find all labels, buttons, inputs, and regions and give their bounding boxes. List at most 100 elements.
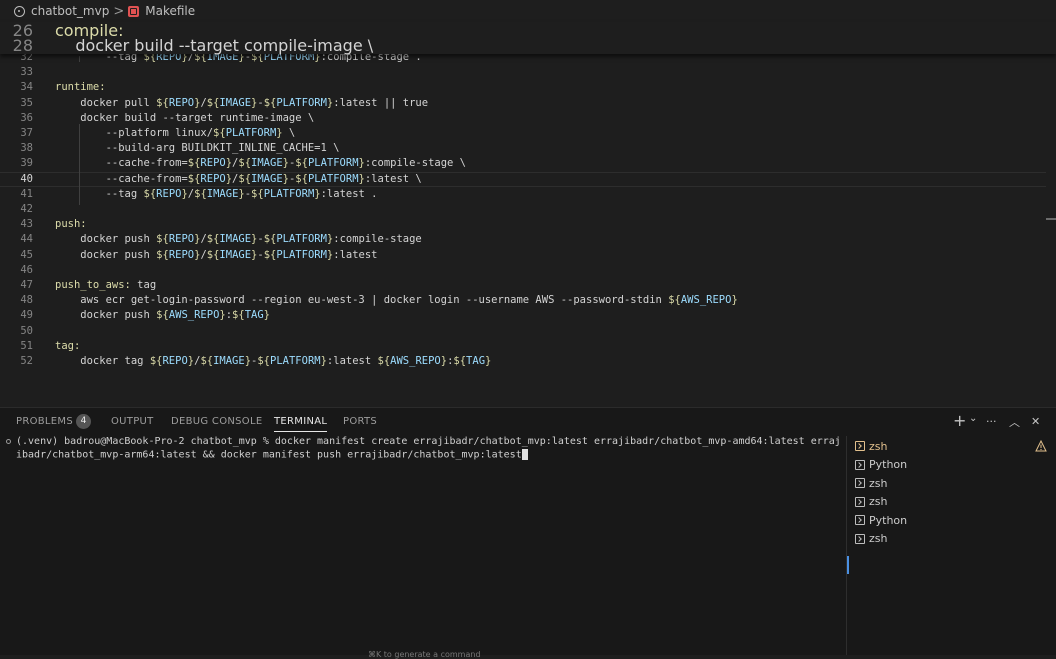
breadcrumb-folder[interactable]: chatbot_mvp: [31, 4, 109, 18]
terminal-item-label: zsh: [869, 476, 888, 490]
code-text: --platform linux/${PLATFORM} \: [55, 126, 296, 141]
folder-icon: [14, 5, 25, 17]
code-line[interactable]: 38 --build-arg BUILDKIT_INLINE_CACHE=1 \: [0, 141, 1046, 156]
code-token: ${: [263, 248, 277, 261]
code-token: docker push: [55, 233, 157, 246]
code-text: docker push ${REPO}/${IMAGE}-${PLATFORM}…: [55, 248, 377, 263]
code-line[interactable]: 52 docker tag ${REPO}/${IMAGE}-${PLATFOR…: [0, 354, 1046, 369]
code-token: IMAGE: [219, 248, 252, 261]
terminal-hint: ⌘K to generate a command: [368, 650, 481, 659]
terminal-item[interactable]: zsh: [855, 531, 887, 547]
code-token: --tag: [55, 187, 144, 200]
terminal-item[interactable]: zsh: [855, 438, 887, 454]
new-terminal-icon[interactable]: +: [953, 411, 966, 430]
code-line[interactable]: 39 --cache-from=${REPO}/${IMAGE}-${PLATF…: [0, 156, 1046, 171]
code-line[interactable]: 37 --platform linux/${PLATFORM} \: [0, 126, 1046, 141]
code-line[interactable]: 48 aws ecr get-login-password --region e…: [0, 293, 1046, 308]
code-text: aws ecr get-login-password --region eu-w…: [55, 293, 737, 308]
code-token: --cache-from=: [55, 157, 188, 170]
scrollbar-marker[interactable]: [1046, 218, 1056, 220]
code-line[interactable]: 50: [0, 324, 1046, 339]
code-token: ${: [156, 309, 169, 322]
code-line[interactable]: 41 --tag ${REPO}/${IMAGE}-${PLATFORM}:la…: [0, 187, 1046, 202]
code-line[interactable]: 51 tag:: [0, 339, 1046, 354]
terminal-item[interactable]: Python: [855, 512, 907, 528]
panel-tabs: PROBLEMS 4 OUTPUT DEBUG CONSOLE TERMINAL…: [0, 408, 1056, 436]
code-token: REPO: [200, 172, 226, 185]
code-line[interactable]: 35 docker pull ${REPO}/${IMAGE}-${PLATFO…: [0, 96, 1046, 111]
line-number: 46: [20, 263, 33, 276]
code-token: PLATFORM: [263, 187, 315, 200]
code-token: \: [282, 127, 296, 139]
chevron-down-icon[interactable]: ⌄: [969, 413, 977, 424]
code-token: runtime:: [55, 81, 106, 94]
code-line[interactable]: 43 push:: [0, 217, 1046, 232]
code-line[interactable]: 36 docker build --target runtime-image \: [0, 111, 1046, 126]
terminal-list: zsh Python zsh zsh Python zsh: [846, 436, 1056, 655]
problems-count-badge: 4: [76, 414, 91, 429]
code-token: AWS_REPO: [680, 294, 732, 307]
code-token: :compile-stage \: [364, 157, 467, 170]
tab-problems[interactable]: PROBLEMS: [16, 416, 73, 427]
sticky-scroll[interactable]: 26 compile: 28 docker build --target compi…: [0, 22, 1056, 54]
code-text: --build-arg BUILDKIT_INLINE_CACHE=1 \: [55, 141, 340, 156]
code-token: AWS_REPO: [168, 309, 220, 322]
more-actions-icon[interactable]: ···: [986, 415, 997, 428]
code-token: AWS_REPO: [390, 355, 441, 367]
tab-ports[interactable]: PORTS: [343, 416, 377, 427]
command-status-icon: [6, 439, 11, 444]
code-token: TAG: [244, 309, 264, 322]
code-token: ${: [251, 187, 264, 200]
code-token: ${: [156, 248, 169, 261]
tab-output[interactable]: OUTPUT: [111, 416, 154, 427]
code-token: PLATFORM: [307, 157, 359, 170]
code-line[interactable]: 45 docker push ${REPO}/${IMAGE}-${PLATFO…: [0, 248, 1046, 263]
code-line[interactable]: 28 docker build --target compile-image \: [0, 36, 1046, 56]
code-line[interactable]: 47 push_to_aws: tag: [0, 278, 1046, 293]
code-token: PLATFORM: [270, 355, 321, 367]
code-text: tag:: [55, 339, 80, 354]
code-text: docker build --target runtime-image \: [55, 111, 314, 126]
terminal-item[interactable]: zsh: [855, 494, 887, 510]
line-number: 40: [20, 172, 33, 185]
code-token: ${: [238, 172, 252, 185]
code-token: ${: [232, 309, 245, 322]
code-line[interactable]: 33: [0, 65, 1046, 80]
code-editor[interactable]: 32 --tag ${REPO}/${IMAGE}-${PLATFORM}:co…: [0, 22, 1056, 406]
code-token: IMAGE: [219, 233, 252, 246]
terminal-item[interactable]: Python: [855, 457, 907, 473]
breadcrumb-file[interactable]: Makefile: [145, 4, 195, 18]
tab-terminal[interactable]: TERMINAL: [274, 416, 328, 432]
code-line[interactable]: 46: [0, 263, 1046, 278]
line-number: 42: [20, 203, 33, 215]
code-token: :latest: [326, 355, 378, 367]
line-number: 35: [20, 96, 33, 109]
code-token: REPO: [200, 157, 226, 170]
code-token: REPO: [168, 248, 195, 261]
code-token: ${: [187, 157, 201, 170]
terminal-cursor: [521, 448, 528, 460]
close-panel-icon[interactable]: ✕: [1031, 415, 1040, 428]
code-text: push_to_aws: tag: [55, 278, 156, 293]
code-line[interactable]: 34 runtime:: [0, 80, 1046, 95]
code-token: --build-arg BUILDKIT_INLINE_CACHE=1 \: [55, 142, 340, 155]
indent-guide: [79, 56, 80, 62]
tab-debug-console[interactable]: DEBUG CONSOLE: [171, 416, 262, 427]
terminal-item[interactable]: zsh: [855, 475, 887, 491]
terminal-icon: [855, 478, 865, 488]
code-token: REPO: [168, 233, 195, 246]
code-token: ${: [156, 233, 169, 246]
line-number: 36: [20, 111, 33, 124]
terminal-icon: [855, 496, 865, 507]
code-token: docker tag: [55, 355, 150, 367]
code-line[interactable]: 44 docker push ${REPO}/${IMAGE}-${PLATFO…: [0, 232, 1046, 247]
code-token: aws ecr get-login-password --region eu-w…: [55, 294, 669, 307]
maximize-panel-icon[interactable]: ︿: [1009, 414, 1020, 430]
code-line[interactable]: 49 docker push ${AWS_REPO}:${TAG}: [0, 308, 1046, 323]
line-number: 37: [20, 127, 33, 139]
line-number: 28: [12, 36, 33, 56]
code-line[interactable]: 40 --cache-from=${REPO}/${IMAGE}-${PLATF…: [0, 172, 1046, 187]
code-token: tag:: [55, 339, 81, 352]
code-line[interactable]: 42: [0, 202, 1046, 217]
code-token: IMAGE: [213, 355, 245, 367]
